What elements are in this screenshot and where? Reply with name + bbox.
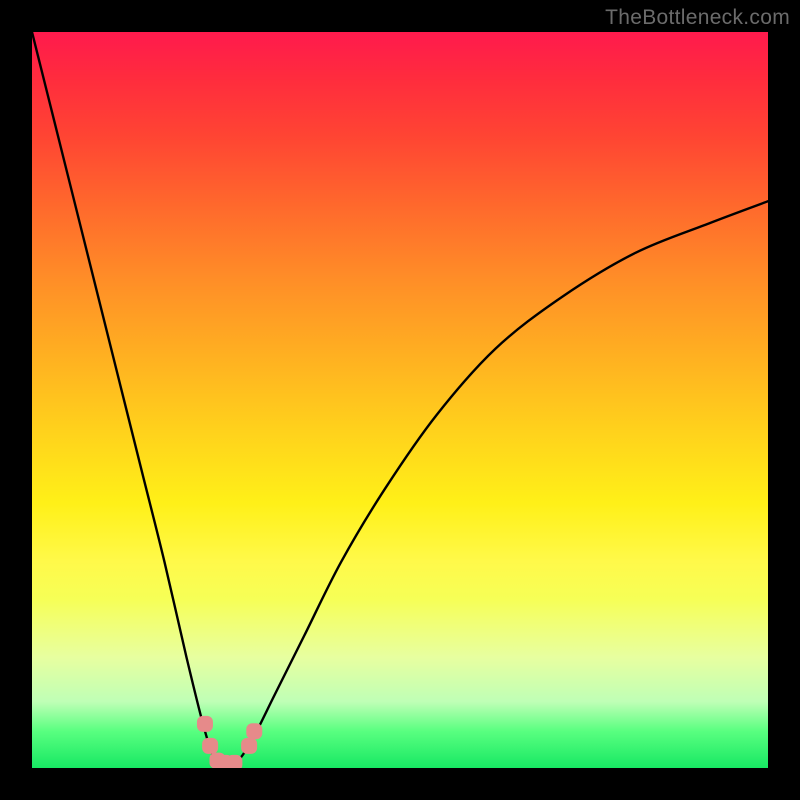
curve-marker	[226, 755, 242, 768]
plot-area	[32, 32, 768, 768]
curve-marker	[197, 716, 213, 732]
watermark-text: TheBottleneck.com	[605, 6, 790, 30]
curve-marker	[202, 738, 218, 754]
marker-group	[197, 716, 262, 768]
curve-marker	[241, 738, 257, 754]
chart-frame: TheBottleneck.com	[0, 0, 800, 800]
chart-svg	[32, 32, 768, 768]
curve-marker	[246, 723, 262, 739]
bottleneck-curve	[32, 32, 768, 765]
